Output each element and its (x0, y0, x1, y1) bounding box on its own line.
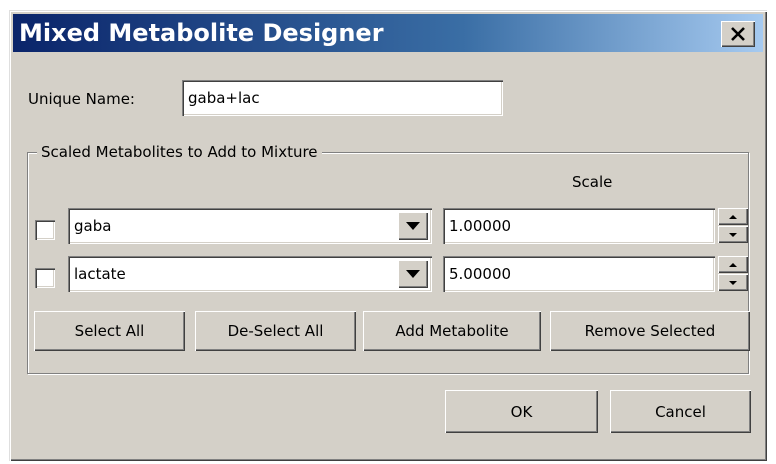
unique-name-label: Unique Name: (28, 90, 135, 108)
row-1-dropdown-button[interactable] (398, 212, 428, 240)
row-2-checkbox[interactable] (35, 268, 55, 288)
window-title: Mixed Metabolite Designer (19, 19, 384, 47)
select-all-button[interactable]: Select All (34, 311, 185, 351)
spin-up-icon (729, 262, 737, 267)
remove-selected-button[interactable]: Remove Selected (550, 311, 750, 351)
deselect-all-button[interactable]: De-Select All (195, 311, 356, 351)
row-2-metabolite-value: lactate (74, 265, 126, 283)
title-bar[interactable]: Mixed Metabolite Designer (13, 14, 763, 52)
scale-column-header: Scale (572, 173, 613, 191)
unique-name-value: gaba+lac (188, 89, 260, 107)
row-1-checkbox[interactable] (35, 220, 55, 240)
row-1-scale-value: 1.00000 (449, 217, 512, 235)
chevron-down-icon (406, 270, 420, 278)
groupbox-legend: Scaled Metabolites to Add to Mixture (37, 143, 322, 161)
close-button[interactable] (721, 21, 755, 47)
row-1-spin-up[interactable] (718, 208, 748, 225)
row-1-scale-input[interactable]: 1.00000 (443, 208, 715, 244)
chevron-down-icon (406, 222, 420, 230)
spin-down-icon (729, 280, 737, 285)
ok-button[interactable]: OK (445, 390, 598, 433)
spin-down-icon (729, 232, 737, 237)
row-2-spin-down[interactable] (718, 274, 748, 291)
spin-up-icon (729, 214, 737, 219)
row-2-scale-value: 5.00000 (449, 265, 512, 283)
unique-name-input[interactable]: gaba+lac (182, 80, 503, 116)
close-icon (731, 27, 745, 41)
row-2-metabolite-select[interactable]: lactate (68, 256, 432, 292)
row-1-spin-down[interactable] (718, 226, 748, 243)
row-2-scale-input[interactable]: 5.00000 (443, 256, 715, 292)
row-2-dropdown-button[interactable] (398, 260, 428, 288)
dialog-window: Mixed Metabolite Designer Unique Name: g… (9, 10, 767, 461)
add-metabolite-button[interactable]: Add Metabolite (363, 311, 541, 351)
cancel-button[interactable]: Cancel (610, 390, 751, 433)
row-1-metabolite-value: gaba (74, 217, 112, 235)
row-1-metabolite-select[interactable]: gaba (68, 208, 432, 244)
row-2-spin-up[interactable] (718, 256, 748, 273)
